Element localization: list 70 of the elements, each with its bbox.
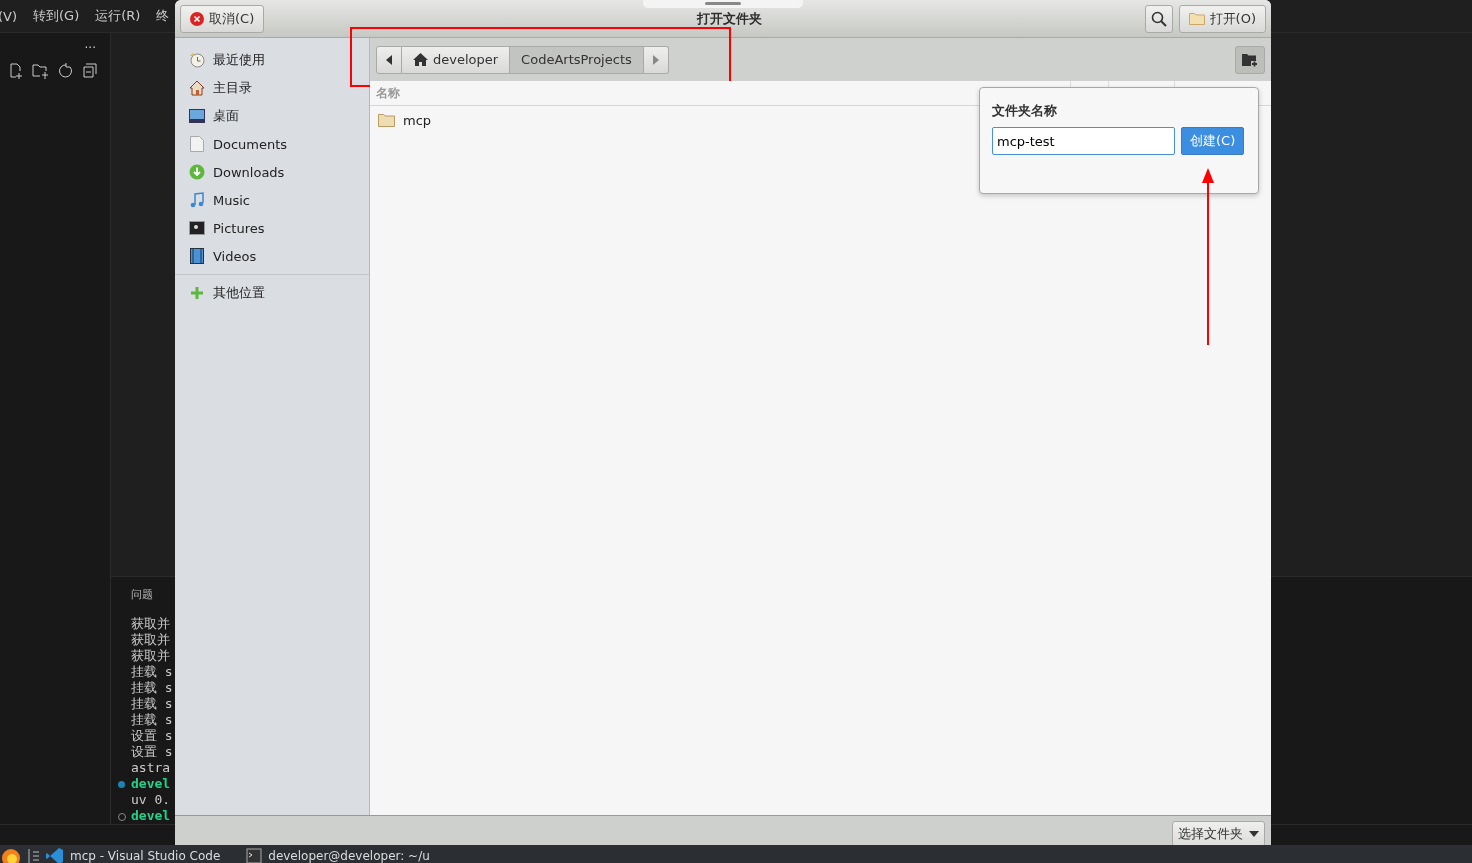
left-arrow-icon	[386, 54, 392, 65]
sidebar-item[interactable]: Pictures	[175, 214, 369, 242]
download-icon	[189, 164, 205, 180]
more-icon[interactable]: ···	[84, 41, 110, 55]
menu-icon[interactable]	[28, 847, 40, 863]
panel-tab[interactable]: 问题	[131, 587, 153, 602]
folder-icon	[1188, 12, 1205, 25]
menu-item[interactable]: 终	[156, 7, 170, 25]
home-icon	[189, 80, 205, 96]
terminal-line: 挂载 s	[131, 712, 173, 728]
terminal-line: 获取并	[131, 648, 170, 664]
document-icon	[189, 136, 205, 152]
sidebar-item[interactable]: 主目录	[175, 74, 369, 102]
new-folder-button[interactable]	[1235, 45, 1265, 74]
sidebar-item[interactable]: Downloads	[175, 158, 369, 186]
open-button[interactable]: 打开(O)	[1178, 4, 1266, 33]
drag-handle[interactable]	[643, 0, 803, 8]
status-dot-icon	[118, 781, 125, 788]
terminal-line: 获取并	[131, 632, 170, 648]
terminal-line: 挂载 s	[131, 680, 173, 696]
terminal-line: 挂载 s	[131, 664, 173, 680]
terminal-line: astra	[131, 760, 171, 776]
home-icon	[413, 53, 428, 66]
sidebar-item[interactable]: 桌面	[175, 102, 369, 130]
file-row[interactable]: mcp	[370, 106, 442, 134]
browser-icon[interactable]	[0, 847, 22, 863]
folder-name-field[interactable]: mcp-test	[992, 127, 1175, 155]
right-arrow-icon	[652, 54, 659, 65]
new-file-icon[interactable]	[8, 63, 24, 79]
clock-icon	[189, 52, 205, 68]
terminal-line: 设置 s	[131, 728, 173, 744]
collapse-icon[interactable]	[82, 63, 98, 79]
dialog-title: 打开文件夹	[695, 9, 763, 28]
search-button[interactable]	[1144, 4, 1173, 33]
sidebar-item[interactable]: 最近使用	[175, 46, 369, 74]
caret-icon	[1249, 831, 1259, 837]
terminal-line: devel	[131, 776, 171, 792]
refresh-icon[interactable]	[58, 63, 74, 79]
music-note-icon	[189, 192, 205, 208]
path-button[interactable]: CodeArtsProjects	[510, 45, 644, 74]
terminal-line: uv 0.	[131, 792, 171, 808]
sidebar-item[interactable]: Documents	[175, 130, 369, 158]
terminal-line: 获取并	[131, 616, 170, 632]
new-folder-icon	[1242, 52, 1258, 67]
sidebar-item[interactable]: Music	[175, 186, 369, 214]
sidebar-item[interactable]: 其他位置	[175, 279, 369, 307]
close-icon	[190, 11, 204, 26]
picture-icon	[189, 221, 205, 235]
taskbar-item[interactable]: developer@developer: ~/u	[268, 849, 430, 863]
taskbar-item[interactable]: mcp - Visual Studio Code	[70, 849, 221, 863]
folder-icon	[378, 113, 395, 127]
new-folder-icon[interactable]	[32, 63, 50, 79]
code-editor-icon[interactable]	[46, 847, 64, 863]
sidebar-item[interactable]: Videos	[175, 242, 369, 270]
plus-icon	[189, 286, 205, 300]
film-icon	[189, 248, 205, 264]
path-button[interactable]: developer	[402, 45, 511, 74]
terminal-line: devel	[131, 808, 171, 824]
cancel-button[interactable]: 取消(C)	[180, 4, 265, 33]
back-arrow-button[interactable]	[376, 45, 402, 74]
search-icon	[1150, 10, 1167, 27]
terminal-line: 挂载 s	[131, 696, 173, 712]
menu-item[interactable]: 运行(R)	[95, 7, 141, 25]
menu-item[interactable]: 转到(G)	[33, 7, 80, 25]
terminal-line: 设置 s	[131, 744, 173, 760]
field-label: 文件夹名称	[992, 102, 1057, 120]
terminal-icon[interactable]	[246, 848, 263, 863]
forward-arrow-button[interactable]	[643, 45, 669, 74]
desktop-icon	[189, 109, 205, 123]
filter-dropdown[interactable]: 选择文件夹	[1172, 821, 1265, 845]
